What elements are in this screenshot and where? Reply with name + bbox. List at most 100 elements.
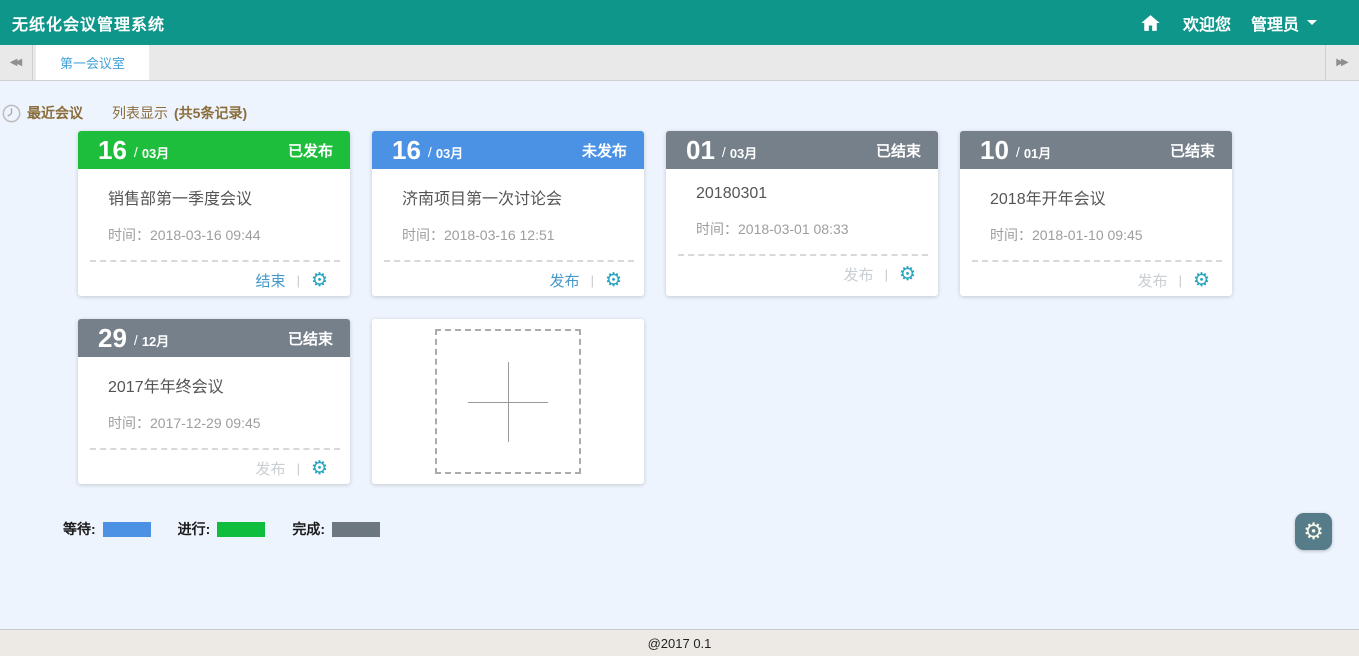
status-legend: 等待: 进行: 完成: xyxy=(63,519,1359,539)
chevron-down-icon xyxy=(1307,20,1317,30)
time-value: 2017-12-29 09:45 xyxy=(150,415,261,431)
copyright-text: @2017 0.1 xyxy=(648,636,712,651)
meeting-card-header: 29 / 12月 已结束 xyxy=(78,319,350,357)
gear-icon[interactable]: ⚙ xyxy=(605,271,622,290)
user-menu[interactable]: 管理员 xyxy=(1251,11,1317,35)
gear-icon[interactable]: ⚙ xyxy=(311,271,328,290)
add-meeting-dropzone xyxy=(435,329,581,474)
legend-label: 进行: xyxy=(178,519,211,539)
date-separator: / xyxy=(722,144,726,160)
gear-icon[interactable]: ⚙ xyxy=(1193,271,1210,290)
publish-meeting-link-disabled: 发布 xyxy=(844,264,874,285)
topbar-right: 欢迎您 管理员 xyxy=(1140,11,1317,35)
meeting-time: 时间：2018-03-16 09:44 xyxy=(108,225,333,245)
legend-item-waiting: 等待: xyxy=(63,519,151,539)
meeting-day: 01 xyxy=(686,137,715,163)
meeting-card-body: 销售部第一季度会议 时间：2018-03-16 09:44 xyxy=(78,169,350,245)
publish-meeting-link-disabled: 发布 xyxy=(1138,270,1168,291)
time-label: 时间： xyxy=(990,227,1032,243)
meeting-title: 销售部第一季度会议 xyxy=(108,185,333,209)
home-icon[interactable] xyxy=(1140,13,1161,33)
app-title: 无纸化会议管理系统 xyxy=(12,11,165,35)
date-separator: / xyxy=(428,144,432,160)
gear-icon[interactable]: ⚙ xyxy=(311,459,328,478)
tab-scroll-left-button[interactable]: ◀◀ xyxy=(0,45,33,80)
legend-swatch-in-progress xyxy=(217,522,265,537)
meeting-card: 16 / 03月 已发布 销售部第一季度会议 时间：2018-03-16 09:… xyxy=(78,131,350,296)
settings-button[interactable]: ⚙ xyxy=(1295,513,1332,550)
meeting-month: 12月 xyxy=(142,331,169,350)
tab-bar: ◀◀ 第一会议室 ▶▶ xyxy=(0,45,1359,81)
meeting-day: 16 xyxy=(392,137,421,163)
tabbar-spacer xyxy=(149,45,1325,80)
double-right-arrow-icon: ▶▶ xyxy=(1336,57,1345,68)
footer-divider: | xyxy=(1179,273,1182,288)
tab-scroll-right-button[interactable]: ▶▶ xyxy=(1325,45,1359,80)
legend-item-finished: 完成: xyxy=(292,519,380,539)
meeting-month: 03月 xyxy=(730,143,757,162)
meeting-card-body: 2017年年终会议 时间：2017-12-29 09:45 xyxy=(78,357,350,433)
meeting-card: 16 / 03月 未发布 济南项目第一次讨论会 时间：2018-03-16 12… xyxy=(372,131,644,296)
meeting-card-footer: 发布 | ⚙ xyxy=(372,262,644,291)
end-meeting-link[interactable]: 结束 xyxy=(256,270,286,291)
date-separator: / xyxy=(1016,144,1020,160)
time-value: 2018-03-16 09:44 xyxy=(150,227,261,243)
meeting-time: 时间：2018-03-16 12:51 xyxy=(402,225,627,245)
status-badge: 未发布 xyxy=(582,140,627,161)
double-left-arrow-icon: ◀◀ xyxy=(10,57,19,68)
meeting-card: 10 / 01月 已结束 2018年开年会议 时间：2018-01-10 09:… xyxy=(960,131,1232,296)
gear-icon: ⚙ xyxy=(1303,518,1324,545)
gear-icon[interactable]: ⚙ xyxy=(899,265,916,284)
meeting-time: 时间：2018-01-10 09:45 xyxy=(990,225,1215,245)
add-meeting-card[interactable] xyxy=(372,319,644,484)
meeting-day: 29 xyxy=(98,325,127,351)
user-name: 管理员 xyxy=(1251,11,1299,35)
time-value: 2018-03-01 08:33 xyxy=(738,221,849,237)
footer-divider: | xyxy=(297,273,300,288)
status-badge: 已结束 xyxy=(876,140,921,161)
meeting-card-footer: 发布 | ⚙ xyxy=(960,262,1232,291)
meeting-title: 20180301 xyxy=(696,185,921,203)
meeting-month: 03月 xyxy=(436,143,463,162)
top-header: 无纸化会议管理系统 欢迎您 管理员 xyxy=(0,0,1359,45)
tab-label: 第一会议室 xyxy=(60,53,125,72)
page-footer: @2017 0.1 xyxy=(0,629,1359,656)
status-badge: 已结束 xyxy=(1170,140,1215,161)
tab-meeting-room-1[interactable]: 第一会议室 xyxy=(36,45,149,80)
app-window: 无纸化会议管理系统 欢迎您 管理员 ◀◀ 第一会议室 ▶▶ xyxy=(0,0,1359,656)
plus-icon xyxy=(468,362,548,442)
meeting-day: 10 xyxy=(980,137,1009,163)
recent-meetings-title: 最近会议 xyxy=(27,103,83,123)
legend-label: 等待: xyxy=(63,519,96,539)
time-label: 时间： xyxy=(402,227,444,243)
publish-meeting-link[interactable]: 发布 xyxy=(550,270,580,291)
footer-divider: | xyxy=(885,267,888,282)
legend-swatch-finished xyxy=(332,522,380,537)
meeting-time: 时间：2017-12-29 09:45 xyxy=(108,413,333,433)
list-display-link[interactable]: 列表显示 xyxy=(112,103,168,123)
meeting-card: 01 / 03月 已结束 20180301 时间：2018-03-01 08:3… xyxy=(666,131,938,296)
status-badge: 已结束 xyxy=(288,328,333,349)
meeting-card-header: 01 / 03月 已结束 xyxy=(666,131,938,169)
footer-divider: | xyxy=(591,273,594,288)
meeting-day: 16 xyxy=(98,137,127,163)
meeting-card-header: 16 / 03月 未发布 xyxy=(372,131,644,169)
welcome-text: 欢迎您 xyxy=(1183,11,1231,35)
time-label: 时间： xyxy=(108,415,150,431)
meeting-card-body: 济南项目第一次讨论会 时间：2018-03-16 12:51 xyxy=(372,169,644,245)
meeting-month: 03月 xyxy=(142,143,169,162)
time-value: 2018-03-16 12:51 xyxy=(444,227,555,243)
time-label: 时间： xyxy=(696,221,738,237)
main-content: 最近会议 列表显示 (共5条记录) 16 / 03月 已发布 销售部第一季度会议… xyxy=(0,81,1359,629)
meeting-card-footer: 结束 | ⚙ xyxy=(78,262,350,291)
record-count: (共5条记录) xyxy=(174,103,247,123)
meeting-card-header: 10 / 01月 已结束 xyxy=(960,131,1232,169)
meeting-title: 济南项目第一次讨论会 xyxy=(402,185,627,209)
status-badge: 已发布 xyxy=(288,140,333,161)
meeting-title: 2018年开年会议 xyxy=(990,185,1215,209)
meeting-card-footer: 发布 | ⚙ xyxy=(666,256,938,285)
meeting-month: 01月 xyxy=(1024,143,1051,162)
section-header: 最近会议 列表显示 (共5条记录) xyxy=(2,103,1359,123)
time-label: 时间： xyxy=(108,227,150,243)
date-separator: / xyxy=(134,144,138,160)
